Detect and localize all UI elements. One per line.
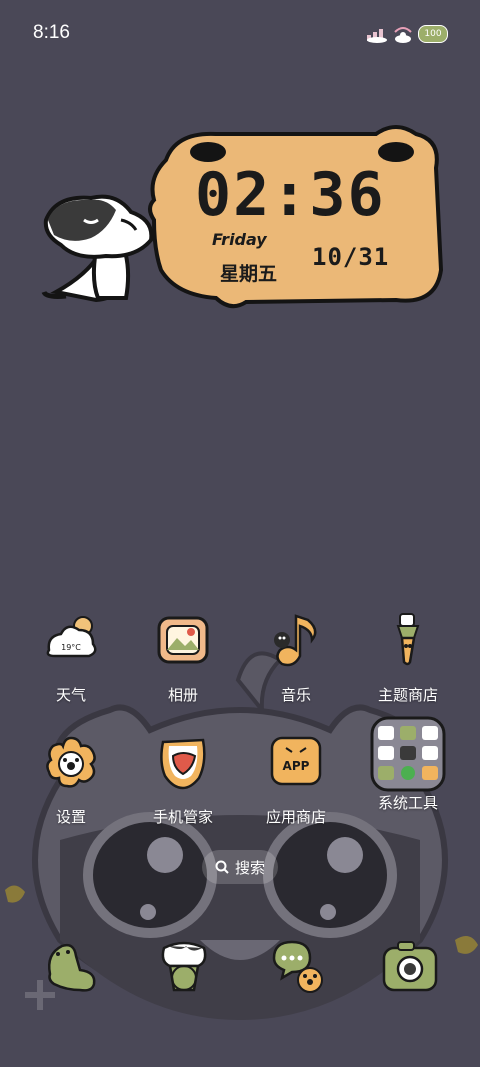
app-label: 系统工具 (377, 794, 438, 812)
app-system-tools-folder[interactable]: 系统工具 (358, 716, 458, 813)
app-settings[interactable]: 设置 (21, 732, 121, 827)
status-bar: 8:16 100 (0, 0, 480, 68)
app-store-icon: APP (266, 732, 326, 792)
search-button[interactable]: 搜索 (202, 850, 278, 884)
weather-icon: 19°C (41, 610, 101, 670)
app-gallery[interactable]: 相册 (133, 610, 233, 705)
weather-temp: 19°C (61, 643, 81, 652)
cat-illustration (41, 194, 154, 303)
clock-date: 10/31 (312, 243, 390, 271)
clock-weekday: 星期五 (220, 263, 278, 285)
music-icon (266, 610, 326, 670)
clock-day-en: Friday (212, 230, 267, 249)
dock (0, 930, 480, 1000)
signal-icon (367, 29, 387, 43)
app-label: 主题商店 (377, 686, 438, 704)
search-label: 搜索 (234, 858, 265, 877)
wifi-icon (394, 27, 412, 43)
search-icon (215, 860, 229, 874)
battery-indicator: 100 (418, 25, 448, 43)
status-icons: 100 (366, 22, 448, 46)
clock-time: 02:36 (195, 160, 386, 230)
gallery-icon (153, 610, 213, 670)
app-app-store[interactable]: APP 应用商店 (246, 732, 346, 827)
theme-store-icon (378, 610, 438, 670)
system-tools-folder-icon (370, 716, 446, 792)
app-label: 设置 (55, 808, 86, 826)
settings-icon (41, 732, 101, 792)
app-weather[interactable]: 19°C 天气 (21, 610, 121, 705)
app-label: 应用商店 (265, 808, 326, 826)
app-label: 天气 (55, 686, 86, 704)
app-music[interactable]: 音乐 (246, 610, 346, 705)
phone-manager-icon (153, 732, 213, 792)
app-theme-store[interactable]: 主题商店 (358, 610, 458, 705)
browser-icon[interactable] (152, 934, 216, 998)
app-label: 音乐 (280, 686, 311, 704)
app-label: 相册 (167, 686, 198, 704)
status-time: 8:16 (33, 22, 70, 43)
messages-icon[interactable] (266, 934, 330, 998)
app-phone-manager[interactable]: 手机管家 (133, 732, 233, 827)
phone-icon[interactable] (40, 934, 104, 998)
app-store-badge: APP (283, 759, 310, 773)
app-label: 手机管家 (152, 808, 213, 826)
camera-icon[interactable] (378, 934, 442, 998)
